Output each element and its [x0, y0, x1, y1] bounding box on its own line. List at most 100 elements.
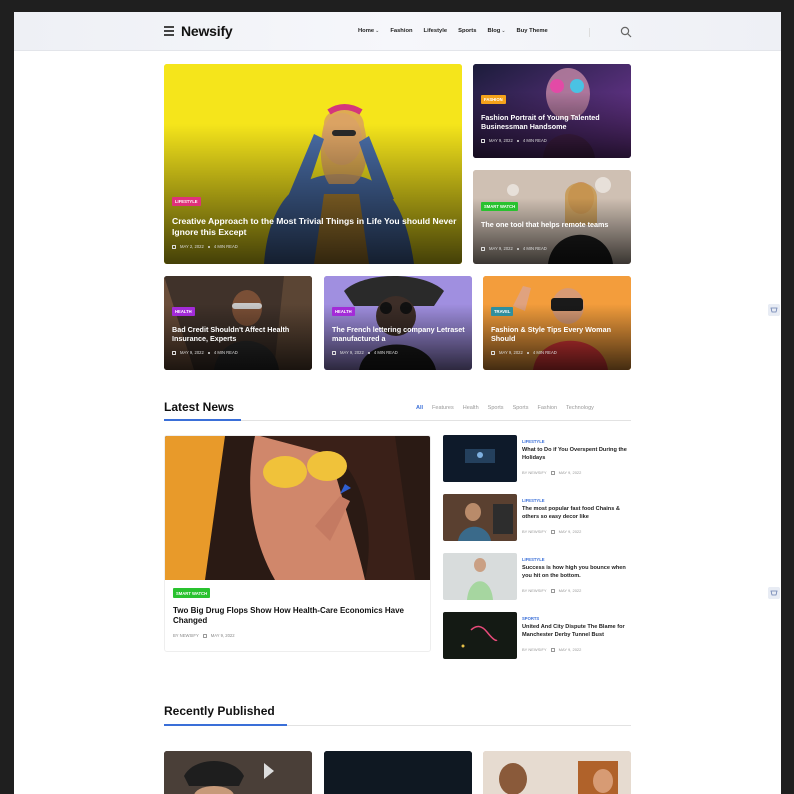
tab-fashion[interactable]: Fashion — [537, 405, 557, 411]
cart-icon[interactable] — [768, 304, 780, 316]
news-category[interactable]: LIFESTYLE — [522, 557, 545, 562]
article-title[interactable]: The one tool that helps remote teams — [481, 220, 626, 229]
author: BY NEWSIFY — [173, 633, 199, 638]
recently-published-heading: Recently Published — [164, 704, 275, 718]
news-thumbnail — [443, 553, 517, 600]
author: BY NEWSIFY — [522, 529, 547, 534]
read-time: 4 MIN READ — [373, 350, 398, 355]
tab-all[interactable]: All — [416, 405, 423, 411]
article-date: MAY 9, 2022 — [499, 350, 523, 355]
calendar-icon — [481, 246, 485, 251]
news-category[interactable]: LIFESTYLE — [522, 439, 545, 444]
calendar-icon — [172, 244, 176, 249]
featured-news-title[interactable]: Two Big Drug Flops Show How Health-Care … — [173, 606, 423, 627]
article-title[interactable]: Bad Credit Shouldn't Affect Health Insur… — [172, 325, 307, 343]
cart-icon[interactable] — [768, 587, 780, 599]
calendar-icon — [202, 633, 207, 638]
separator-dot — [367, 351, 370, 354]
calendar-icon — [550, 647, 555, 652]
news-title[interactable]: United And City Dispute The Blame for Ma… — [522, 624, 630, 639]
article-meta: MAY 9, 2022 4 MIN READ — [172, 350, 238, 355]
separator-dot — [516, 247, 519, 250]
recent-image-1 — [164, 751, 312, 794]
nav-fashion[interactable]: Fashion — [390, 28, 412, 34]
article-title[interactable]: Fashion & Style Tips Every Woman Should — [491, 325, 626, 343]
row-card-2[interactable]: HEALTH The French lettering company Letr… — [324, 276, 472, 370]
featured-news-meta: BY NEWSIFY MAY 9, 2022 — [173, 633, 235, 638]
article-meta: MAY 9, 2022 4 MIN READ — [481, 246, 547, 251]
article-title[interactable]: Creative Approach to the Most Trivial Th… — [172, 216, 457, 237]
list-item[interactable]: SPORTS United And City Dispute The Blame… — [443, 612, 633, 659]
news-thumbnail — [443, 612, 517, 659]
row-card-1[interactable]: HEALTH Bad Credit Shouldn't Affect Healt… — [164, 276, 312, 370]
article-date: MAY 9, 2022 — [340, 350, 364, 355]
calendar-icon — [172, 350, 176, 355]
news-meta: BY NEWSIFY MAY 9, 2022 — [522, 470, 581, 475]
chevron-down-icon: ⌄ — [501, 28, 506, 34]
news-title[interactable]: Success is how high you bounce when you … — [522, 565, 630, 580]
nav-buy-theme[interactable]: Buy Theme — [517, 28, 548, 34]
recent-card-3[interactable] — [483, 751, 631, 794]
read-time: 4 MIN READ — [522, 138, 547, 143]
section-accent — [164, 419, 241, 421]
nav-home[interactable]: Home⌄ — [358, 28, 379, 34]
row-card-3[interactable]: TRAVEL Fashion & Style Tips Every Woman … — [483, 276, 631, 370]
article-meta: MAY 9, 2022 4 MIN READ — [481, 138, 547, 143]
article-date: MAY 9, 2022 — [489, 138, 513, 143]
nav-sports[interactable]: Sports — [458, 28, 476, 34]
featured-news-card[interactable]: SMART WATCH Two Big Drug Flops Show How … — [164, 435, 431, 652]
recent-card-2[interactable] — [324, 751, 472, 794]
category-badge[interactable]: HEALTH — [332, 307, 355, 316]
recent-card-1[interactable] — [164, 751, 312, 794]
tab-features[interactable]: Features — [432, 405, 454, 411]
section-accent — [164, 724, 287, 726]
category-badge[interactable]: SMART WATCH — [481, 202, 519, 211]
tab-health[interactable]: Health — [463, 405, 479, 411]
tab-sports-2[interactable]: Sports — [513, 405, 529, 411]
recent-image-3 — [483, 751, 631, 794]
list-item[interactable]: LIFESTYLE The most popular fast food Cha… — [443, 494, 633, 541]
author: BY NEWSIFY — [522, 647, 547, 652]
nav-lifestyle[interactable]: Lifestyle — [424, 28, 448, 34]
article-title[interactable]: Fashion Portrait of Young Talented Busin… — [481, 113, 626, 131]
category-badge[interactable]: TRAVEL — [491, 307, 514, 316]
tab-sports[interactable]: Sports — [488, 405, 504, 411]
news-category[interactable]: SPORTS — [522, 616, 539, 621]
calendar-icon — [481, 138, 485, 143]
news-title[interactable]: The most popular fast food Chains & othe… — [522, 506, 630, 521]
separator-dot — [526, 351, 529, 354]
article-date: MAY 9, 2022 — [558, 588, 582, 593]
read-time: 4 MIN READ — [213, 350, 238, 355]
article-date: MAY 9, 2022 — [210, 633, 235, 638]
category-badge[interactable]: HEALTH — [172, 307, 195, 316]
article-date: MAY 2, 2022 — [180, 244, 204, 249]
news-meta: BY NEWSIFY MAY 9, 2022 — [522, 647, 581, 652]
list-item[interactable]: LIFESTYLE Success is how high you bounce… — [443, 553, 633, 600]
separator-dot — [207, 351, 210, 354]
latest-news-heading: Latest News — [164, 400, 235, 414]
article-date: MAY 9, 2022 — [558, 529, 582, 534]
news-category[interactable]: LIFESTYLE — [522, 498, 545, 503]
site-header: Newsify Home⌄ Fashion Lifestyle Sports B… — [14, 12, 781, 51]
search-icon[interactable] — [620, 26, 632, 38]
news-title[interactable]: What to Do if You Overspent During the H… — [522, 447, 630, 462]
nav-blog[interactable]: Blog⌄ — [487, 28, 505, 34]
site-logo[interactable]: Newsify — [181, 23, 233, 39]
category-badge[interactable]: FASHION — [481, 95, 506, 104]
article-title[interactable]: The French lettering company Letraset ma… — [332, 325, 467, 343]
category-badge[interactable]: LIFESTYLE — [172, 197, 201, 206]
article-date: MAY 9, 2022 — [558, 647, 582, 652]
calendar-icon — [491, 350, 495, 355]
hero-side-card-2[interactable]: SMART WATCH The one tool that helps remo… — [473, 170, 631, 264]
tab-technology[interactable]: Technology — [566, 405, 594, 411]
header-divider — [589, 28, 590, 37]
hero-main-card[interactable]: LIFESTYLE Creative Approach to the Most … — [164, 64, 462, 264]
separator-dot — [516, 139, 519, 142]
read-time: 4 MIN READ — [213, 244, 238, 249]
hero-side-card-1[interactable]: FASHION Fashion Portrait of Young Talent… — [473, 64, 631, 158]
article-meta: MAY 2, 2022 4 MIN READ — [172, 244, 238, 249]
list-item[interactable]: LIFESTYLE What to Do if You Overspent Du… — [443, 435, 633, 482]
menu-icon[interactable] — [164, 26, 174, 36]
author: BY NEWSIFY — [522, 470, 547, 475]
category-badge[interactable]: SMART WATCH — [173, 588, 211, 598]
